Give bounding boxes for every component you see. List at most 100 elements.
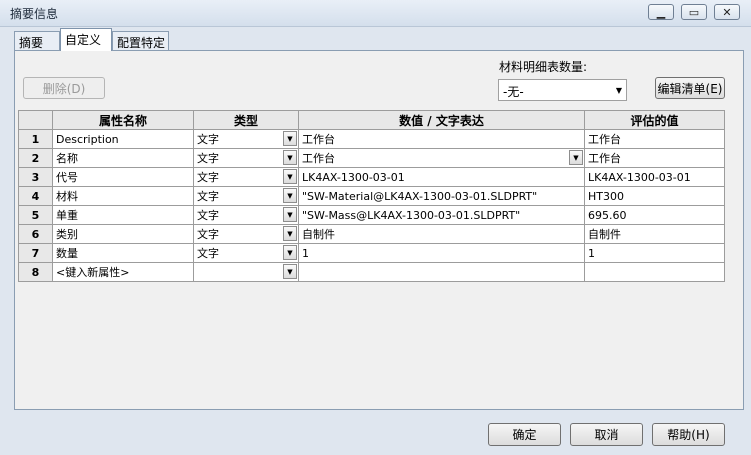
delete-button[interactable]: 删除(D): [23, 77, 105, 99]
evaluated-value-cell: 695.60: [584, 205, 725, 225]
type-cell[interactable]: ▼: [193, 262, 299, 282]
table-header-row: 属性名称 类型 数值 / 文字表达 评估的值: [18, 110, 725, 130]
evaluated-value-cell: HT300: [584, 186, 725, 206]
tab-config-specific-label: 配置特定: [117, 36, 166, 50]
maximize-icon: ▭: [688, 5, 700, 19]
chevron-down-icon[interactable]: ▼: [283, 150, 297, 165]
value-text: 1: [302, 246, 309, 260]
value-cell[interactable]: 1: [298, 243, 585, 263]
type-value: 文字: [197, 133, 219, 146]
bom-quantity-label: 材料明细表数量:: [499, 60, 588, 74]
value-cell[interactable]: [298, 262, 585, 282]
type-cell[interactable]: 文字 ▼: [193, 224, 299, 244]
row-number[interactable]: 6: [18, 224, 53, 244]
chevron-down-icon[interactable]: ▼: [283, 188, 297, 203]
evaluated-value-cell: 1: [584, 243, 725, 263]
table-row[interactable]: 8 <键入新属性> ▼: [18, 262, 725, 282]
tab-summary-label: 摘要: [19, 36, 44, 50]
property-name-cell[interactable]: Description: [52, 129, 194, 149]
type-cell[interactable]: 文字 ▼: [193, 186, 299, 206]
row-number[interactable]: 3: [18, 167, 53, 187]
table-row[interactable]: 7 数量 文字 ▼ 1 1: [18, 243, 725, 263]
value-cell[interactable]: "SW-Material@LK4AX-1300-03-01.SLDPRT": [298, 186, 585, 206]
evaluated-value-cell: LK4AX-1300-03-01: [584, 167, 725, 187]
window-title: 摘要信息: [10, 7, 59, 21]
type-cell[interactable]: 文字 ▼: [193, 205, 299, 225]
tab-custom[interactable]: 自定义: [60, 28, 112, 51]
value-cell[interactable]: LK4AX-1300-03-01: [298, 167, 585, 187]
chevron-down-icon[interactable]: ▼: [283, 169, 297, 184]
property-name-cell[interactable]: 类别: [52, 224, 194, 244]
row-number[interactable]: 1: [18, 129, 53, 149]
type-cell[interactable]: 文字 ▼: [193, 148, 299, 168]
bom-quantity-value: -无-: [503, 85, 524, 99]
type-value: 文字: [197, 171, 219, 184]
value-cell[interactable]: "SW-Mass@LK4AX-1300-03-01.SLDPRT": [298, 205, 585, 225]
chevron-down-icon[interactable]: ▼: [569, 150, 583, 165]
row-number[interactable]: 5: [18, 205, 53, 225]
property-name-cell[interactable]: <键入新属性>: [52, 262, 194, 282]
value-cell[interactable]: 工作台: [298, 129, 585, 149]
title-bar: 摘要信息 ▁ ▭ ✕: [0, 0, 751, 27]
close-button[interactable]: ✕: [714, 4, 740, 20]
table-row[interactable]: 6 类别 文字 ▼ 自制件 自制件: [18, 224, 725, 244]
type-value: 文字: [197, 228, 219, 241]
type-value: 文字: [197, 247, 219, 260]
table-row[interactable]: 1 Description 文字 ▼ 工作台 工作台: [18, 129, 725, 149]
tab-config-specific[interactable]: 配置特定: [112, 31, 169, 51]
value-text: "SW-Material@LK4AX-1300-03-01.SLDPRT": [302, 189, 538, 203]
tab-summary[interactable]: 摘要: [14, 31, 60, 51]
property-name-cell[interactable]: 单重: [52, 205, 194, 225]
table-row[interactable]: 4 材料 文字 ▼ "SW-Material@LK4AX-1300-03-01.SLDP…: [18, 186, 725, 206]
column-header-name[interactable]: 属性名称: [52, 110, 194, 130]
property-name-cell[interactable]: 数量: [52, 243, 194, 263]
maximize-button[interactable]: ▭: [681, 4, 707, 20]
minimize-button[interactable]: ▁: [648, 4, 674, 20]
bom-quantity-select[interactable]: -无- ▼: [498, 79, 627, 101]
ok-button[interactable]: 确定: [488, 423, 561, 446]
value-cell[interactable]: 自制件: [298, 224, 585, 244]
chevron-down-icon[interactable]: ▼: [283, 131, 297, 146]
properties-table: 属性名称 类型 数值 / 文字表达 评估的值 1 Description 文字 ▼ 工作…: [18, 110, 725, 282]
type-value: 文字: [197, 152, 219, 165]
property-name-cell[interactable]: 代号: [52, 167, 194, 187]
type-value: 文字: [197, 209, 219, 222]
cancel-button[interactable]: 取消: [570, 423, 643, 446]
type-cell[interactable]: 文字 ▼: [193, 167, 299, 187]
evaluated-value-cell: 工作台: [584, 129, 725, 149]
evaluated-value-cell: [584, 262, 725, 282]
row-number[interactable]: 2: [18, 148, 53, 168]
chevron-down-icon[interactable]: ▼: [283, 245, 297, 260]
property-name-cell[interactable]: 名称: [52, 148, 194, 168]
tab-custom-label: 自定义: [65, 33, 102, 47]
evaluated-value-cell: 自制件: [584, 224, 725, 244]
type-cell[interactable]: 文字 ▼: [193, 129, 299, 149]
column-header-evaluated[interactable]: 评估的值: [584, 110, 725, 130]
value-text: 工作台: [302, 152, 335, 165]
value-text: LK4AX-1300-03-01: [302, 170, 405, 184]
type-cell[interactable]: 文字 ▼: [193, 243, 299, 263]
chevron-down-icon: ▼: [615, 86, 622, 95]
evaluated-value-cell: 工作台: [584, 148, 725, 168]
row-number[interactable]: 7: [18, 243, 53, 263]
property-name-cell[interactable]: 材料: [52, 186, 194, 206]
row-number[interactable]: 4: [18, 186, 53, 206]
chevron-down-icon[interactable]: ▼: [283, 264, 297, 279]
value-text: 工作台: [302, 133, 335, 146]
minimize-icon: ▁: [656, 5, 666, 19]
column-header-type[interactable]: 类型: [193, 110, 299, 130]
corner-cell[interactable]: [18, 110, 53, 130]
column-header-value[interactable]: 数值 / 文字表达: [298, 110, 585, 130]
edit-list-button[interactable]: 编辑清单(E): [655, 77, 725, 99]
table-row[interactable]: 3 代号 文字 ▼ LK4AX-1300-03-01 LK4AX-1300-03-01: [18, 167, 725, 187]
table-row[interactable]: 5 单重 文字 ▼ "SW-Mass@LK4AX-1300-03-01.SLDPRT" 6…: [18, 205, 725, 225]
value-cell[interactable]: 工作台 ▼: [298, 148, 585, 168]
help-button[interactable]: 帮助(H): [652, 423, 725, 446]
row-number[interactable]: 8: [18, 262, 53, 282]
value-text: 自制件: [302, 228, 335, 241]
chevron-down-icon[interactable]: ▼: [283, 207, 297, 222]
value-text: "SW-Mass@LK4AX-1300-03-01.SLDPRT": [302, 208, 521, 222]
table-row[interactable]: 2 名称 文字 ▼ 工作台 ▼ 工作台: [18, 148, 725, 168]
close-icon: ✕: [722, 5, 732, 19]
chevron-down-icon[interactable]: ▼: [283, 226, 297, 241]
